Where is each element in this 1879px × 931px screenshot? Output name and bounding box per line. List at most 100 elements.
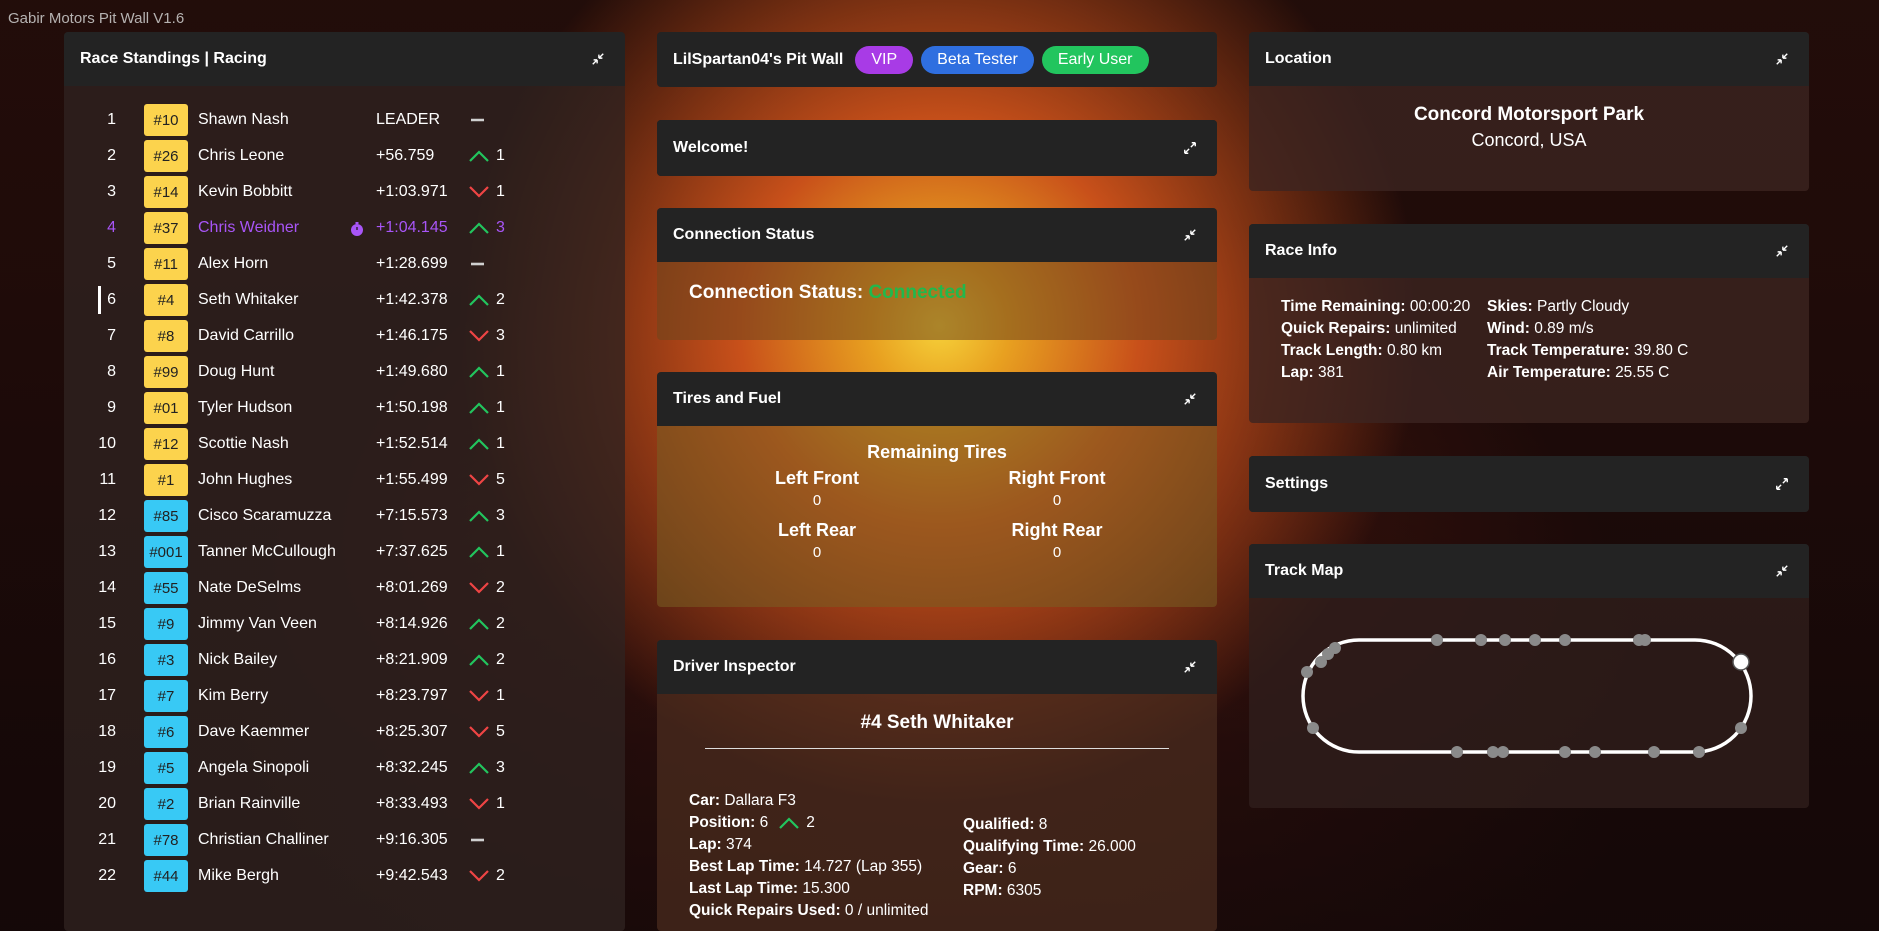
wind-label: Wind: — [1487, 320, 1530, 337]
standings-row[interactable]: 6 #4 Seth Whitaker +1:42.378 2 — [64, 282, 624, 318]
standings-row[interactable]: 7 #8 David Carrillo +1:46.175 3 — [64, 318, 624, 354]
standings-row[interactable]: 5 #11 Alex Horn +1:28.699 — [64, 246, 624, 282]
position-change: 5 — [468, 471, 505, 489]
row-position: 5 — [107, 255, 116, 272]
wind-value: 0.89 m/s — [1534, 320, 1594, 337]
time-remaining-value: 00:00:20 — [1409, 298, 1471, 315]
qualifying-time-label: Qualifying Time: — [963, 838, 1085, 855]
car-dot — [1589, 746, 1601, 758]
standings-row[interactable]: 8 #99 Doug Hunt +1:49.680 1 — [64, 354, 624, 390]
row-position: 16 — [98, 651, 116, 668]
gap-to-leader: +8:01.269 — [376, 579, 448, 596]
position-change-value: 2 — [496, 579, 505, 596]
driver-name: Dave Kaemmer — [198, 723, 310, 740]
dash-icon — [471, 838, 484, 842]
driver-name: Tanner McCullough — [198, 543, 336, 560]
tires-body: Remaining Tires Left Front 0 Right Front… — [657, 426, 1217, 606]
row-position: 9 — [107, 399, 116, 416]
row-position: 17 — [98, 687, 116, 704]
inspector-best-lap: Best Lap Time: 14.727 (Lap 355) — [689, 858, 929, 876]
standings-row[interactable]: 21 #78 Christian Challiner +9:16.305 — [64, 822, 624, 858]
car-dot — [1735, 722, 1747, 734]
row-position: 18 — [98, 723, 116, 740]
location-title: Location — [1265, 50, 1332, 67]
pit-timer-icon — [351, 222, 363, 236]
inspector-right-col: Qualified: 8 Qualifying Time: 26.000 Gea… — [963, 816, 1136, 904]
inspector-left-col: Car: Dallara F3 Position: 6 2 Lap: 374 B… — [689, 792, 929, 924]
chevron-down-icon — [469, 330, 489, 342]
best-lap-value: 14.727 (Lap 355) — [804, 858, 923, 875]
standings-row[interactable]: 2 #26 Chris Leone +56.759 1 — [64, 138, 624, 174]
standings-row[interactable]: 10 #12 Scottie Nash +1:52.514 1 — [64, 426, 624, 462]
standings-row[interactable]: 14 #55 Nate DeSelms +8:01.269 2 — [64, 570, 624, 606]
position-change — [468, 833, 496, 847]
position-change-value: 1 — [496, 363, 505, 380]
inspector-position: Position: 6 2 — [689, 814, 929, 832]
standings-row[interactable]: 18 #6 Dave Kaemmer +8:25.307 5 — [64, 714, 624, 750]
standings-row[interactable]: 15 #9 Jimmy Van Veen +8:14.926 2 — [64, 606, 624, 642]
driver-name: John Hughes — [198, 471, 293, 488]
expand-arrows-icon[interactable] — [1773, 475, 1791, 493]
standings-row[interactable]: 20 #2 Brian Rainville +8:33.493 1 — [64, 786, 624, 822]
chevron-up-icon — [469, 402, 489, 414]
collapse-arrows-icon[interactable] — [589, 50, 607, 68]
quick-repairs: Quick Repairs: unlimited — [1281, 320, 1470, 338]
race-info-right: Skies: Partly Cloudy Wind: 0.89 m/s Trac… — [1487, 298, 1688, 386]
row-position: 14 — [98, 579, 116, 596]
standings-row[interactable]: 17 #7 Kim Berry +8:23.797 1 — [64, 678, 624, 714]
car-dot — [1301, 666, 1313, 678]
row-position: 7 — [107, 327, 116, 344]
dash-icon — [471, 118, 484, 122]
position-value: 6 — [759, 814, 769, 831]
standings-row[interactable]: 3 #14 Kevin Bobbitt +1:03.971 1 — [64, 174, 624, 210]
driver-inspector-body: #4 Seth Whitaker Car: Dallara F3 Positio… — [657, 712, 1217, 919]
driver-name: Christian Challiner — [198, 831, 329, 848]
car-dot — [1307, 722, 1319, 734]
race-standings-title: Race Standings | Racing — [80, 50, 267, 67]
standings-row[interactable]: 1 #10 Shawn Nash LEADER — [64, 102, 624, 138]
standings-row[interactable]: 9 #01 Tyler Hudson +1:50.198 1 — [64, 390, 624, 426]
app-title: Gabir Motors Pit Wall V1.6 — [8, 10, 185, 27]
position-change: 1 — [468, 399, 505, 417]
car-number-badge: #11 — [144, 248, 188, 280]
quick-repairs-value: unlimited — [1394, 320, 1457, 337]
collapse-arrows-icon[interactable] — [1181, 226, 1199, 244]
repairs-value: 0 / unlimited — [844, 902, 929, 919]
standings-row[interactable]: 19 #5 Angela Sinopoli +8:32.245 3 — [64, 750, 624, 786]
right-front-label: Right Front — [1008, 468, 1106, 488]
pitwall-panel: LilSpartan04's Pit Wall VIP Beta Tester … — [657, 32, 1217, 87]
qualified-value: 8 — [1038, 816, 1048, 833]
collapse-arrows-icon[interactable] — [1773, 50, 1791, 68]
race-info-header: Race Info — [1249, 224, 1809, 278]
row-position: 13 — [98, 543, 116, 560]
welcome-header: Welcome! — [657, 120, 1217, 176]
chevron-down-icon — [469, 474, 489, 486]
car-number-badge: #78 — [144, 824, 188, 856]
position-change-value: 3 — [496, 507, 505, 524]
car-number-badge: #3 — [144, 644, 188, 676]
driver-inspector-header: Driver Inspector — [657, 640, 1217, 694]
collapse-arrows-icon[interactable] — [1773, 242, 1791, 260]
tires-panel: Tires and Fuel Remaining Tires Left Fron… — [657, 372, 1217, 607]
selected-car-dot — [1732, 653, 1750, 671]
tires-title: Tires and Fuel — [673, 390, 782, 407]
driver-name: Alex Horn — [198, 255, 269, 272]
standings-row[interactable]: 13 #001 Tanner McCullough +7:37.625 1 — [64, 534, 624, 570]
welcome-panel: Welcome! — [657, 120, 1217, 176]
gap-to-leader: +1:04.145 — [376, 219, 448, 236]
rpm-value: 6305 — [1006, 882, 1042, 899]
chevron-up-icon — [469, 654, 489, 666]
driver-name: Doug Hunt — [198, 363, 275, 380]
standings-row[interactable]: 22 #44 Mike Bergh +9:42.543 2 — [64, 858, 624, 894]
standings-row[interactable]: 12 #85 Cisco Scaramuzza +7:15.573 3 — [64, 498, 624, 534]
collapse-arrows-icon[interactable] — [1773, 562, 1791, 580]
standings-row[interactable]: 11 #1 John Hughes +1:55.499 5 — [64, 462, 624, 498]
chevron-up-icon — [469, 438, 489, 450]
standings-row[interactable]: 4 #37 Chris Weidner +1:04.145 3 — [64, 210, 624, 246]
position-change: 3 — [468, 507, 505, 525]
skies-label: Skies: — [1487, 298, 1533, 315]
expand-arrows-icon[interactable] — [1181, 139, 1199, 157]
collapse-arrows-icon[interactable] — [1181, 658, 1199, 676]
standings-row[interactable]: 16 #3 Nick Bailey +8:21.909 2 — [64, 642, 624, 678]
collapse-arrows-icon[interactable] — [1181, 390, 1199, 408]
